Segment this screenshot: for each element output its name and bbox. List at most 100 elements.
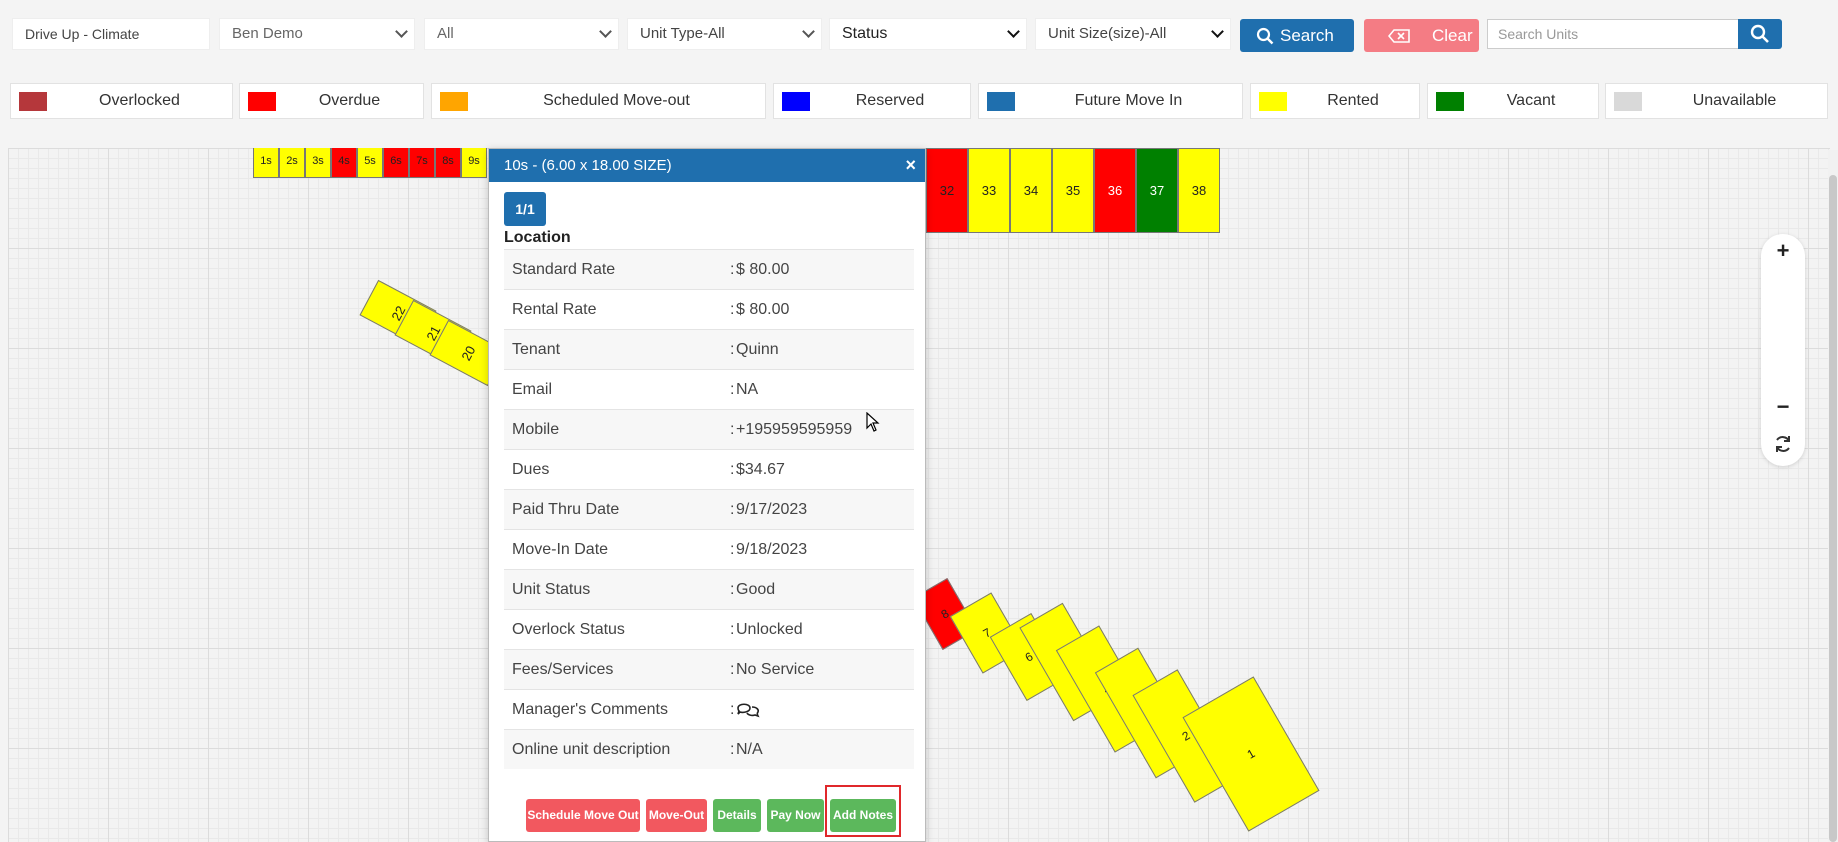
separator: : bbox=[730, 421, 735, 438]
unit-info-table: Standard Rate: $ 80.00 Rental Rate: $ 80.0… bbox=[504, 249, 914, 769]
legend-overdue[interactable]: Overdue bbox=[239, 83, 424, 119]
separator: : bbox=[730, 461, 735, 478]
info-label: Manager's Comments bbox=[512, 701, 668, 718]
search-units-button[interactable] bbox=[1738, 19, 1782, 49]
search-icon bbox=[1750, 24, 1769, 43]
separator: : bbox=[730, 261, 735, 278]
unit-36[interactable]: 36 bbox=[1094, 148, 1136, 233]
info-row-unit-status: Unit Status: Good bbox=[504, 569, 914, 609]
unit-38[interactable]: 38 bbox=[1178, 148, 1220, 233]
details-button[interactable]: Details bbox=[713, 799, 761, 832]
info-label: Email bbox=[512, 381, 553, 398]
unit-8s[interactable]: 8s bbox=[435, 148, 461, 178]
separator: : bbox=[730, 381, 735, 398]
schedule-move-out-button[interactable]: Schedule Move Out bbox=[526, 799, 640, 832]
legend-vacant[interactable]: Vacant bbox=[1427, 83, 1599, 119]
unit-size-select-value: Unit Size(size)-All bbox=[1048, 25, 1167, 42]
unit-1[interactable]: 1 bbox=[1182, 676, 1320, 832]
info-row-paid-thru-date: Paid Thru Date:9/17/2023 bbox=[504, 489, 914, 529]
info-value: $ 80.00 bbox=[736, 261, 790, 278]
info-label: Tenant bbox=[512, 341, 561, 358]
unit-label: 3s bbox=[312, 155, 324, 167]
unit-size-select[interactable]: Unit Size(size)-All bbox=[1035, 18, 1231, 50]
info-row-fees-services: Fees/Services: No Service bbox=[504, 649, 914, 689]
status-select[interactable]: Status bbox=[829, 18, 1027, 50]
search-units-input[interactable]: Search Units bbox=[1487, 19, 1739, 49]
unit-label: 34 bbox=[1023, 183, 1039, 198]
unit-2s[interactable]: 2s bbox=[279, 148, 305, 178]
info-value: 9/18/2023 bbox=[736, 541, 808, 558]
map-scrollbar-thumb[interactable] bbox=[1829, 175, 1837, 842]
legend-label: Vacant bbox=[1506, 92, 1556, 109]
legend-swatch bbox=[1614, 92, 1642, 111]
zoom-out-button[interactable]: − bbox=[1761, 394, 1805, 420]
unit-9s[interactable]: 9s bbox=[461, 148, 487, 178]
chevron-down-icon bbox=[802, 25, 815, 38]
page-badge[interactable]: 1/1 bbox=[504, 192, 546, 226]
legend-label: Reserved bbox=[855, 92, 925, 109]
separator: : bbox=[730, 581, 735, 598]
close-icon[interactable]: × bbox=[905, 149, 916, 182]
legend-swatch bbox=[782, 92, 810, 111]
legend-label: Overlocked bbox=[99, 92, 180, 109]
legend-reserved[interactable]: Reserved bbox=[773, 83, 971, 119]
unit-4s[interactable]: 4s bbox=[331, 148, 357, 178]
unit-3s[interactable]: 3s bbox=[305, 148, 331, 178]
info-row-standard-rate: Standard Rate: $ 80.00 bbox=[504, 249, 914, 289]
clear-button-label: Clear bbox=[1432, 26, 1473, 45]
facility-select[interactable]: Ben Demo bbox=[219, 18, 415, 50]
zoom-in-button[interactable]: + bbox=[1761, 238, 1805, 264]
separator: : bbox=[730, 621, 735, 638]
legend-label: Rented bbox=[1327, 92, 1379, 109]
unit-label: 20 bbox=[457, 343, 479, 363]
unit-7s[interactable]: 7s bbox=[409, 148, 435, 178]
unit-1s[interactable]: 1s bbox=[253, 148, 279, 178]
unit-35[interactable]: 35 bbox=[1052, 148, 1094, 233]
unit-type-select[interactable]: Unit Type-All bbox=[627, 18, 822, 50]
chevron-down-icon bbox=[1007, 25, 1020, 38]
unit-label: 1s bbox=[260, 155, 272, 167]
info-label: Move-In Date bbox=[512, 541, 609, 558]
unit-33[interactable]: 33 bbox=[968, 148, 1010, 233]
info-label: Standard Rate bbox=[512, 261, 616, 278]
status-legend: Overlocked Overdue Scheduled Move-out Re… bbox=[0, 73, 1838, 129]
unit-label: 36 bbox=[1107, 183, 1123, 198]
legend-unavailable[interactable]: Unavailable bbox=[1605, 83, 1828, 119]
unit-label: 8 bbox=[938, 606, 952, 622]
unit-label: 5s bbox=[364, 155, 376, 167]
info-row-mobile: Mobile: +195959595959 bbox=[504, 409, 914, 449]
unit-5s[interactable]: 5s bbox=[357, 148, 383, 178]
refresh-icon[interactable] bbox=[1773, 434, 1793, 454]
unit-label: 35 bbox=[1065, 183, 1081, 198]
status-select-value: Status bbox=[842, 25, 888, 42]
move-out-button[interactable]: Move-Out bbox=[646, 799, 707, 832]
unit-label: 7s bbox=[416, 155, 428, 167]
building-select[interactable]: All bbox=[424, 18, 619, 50]
comments-icon[interactable] bbox=[736, 700, 760, 720]
backspace-icon bbox=[1388, 29, 1410, 43]
legend-overlocked[interactable]: Overlocked bbox=[10, 83, 233, 119]
info-label: Unit Status bbox=[512, 581, 591, 598]
info-row-email: Email: NA bbox=[504, 369, 914, 409]
legend-scheduled-move-out[interactable]: Scheduled Move-out bbox=[431, 83, 766, 119]
info-value: $ 80.00 bbox=[736, 301, 790, 318]
popup-header: 10s - (6.00 x 18.00 SIZE) × bbox=[489, 149, 925, 182]
unit-6s[interactable]: 6s bbox=[383, 148, 409, 178]
info-label: Online unit description bbox=[512, 741, 671, 758]
unit-details-popup: 10s - (6.00 x 18.00 SIZE) × 1/1 Location… bbox=[488, 148, 926, 842]
location-input[interactable]: Drive Up - Climate bbox=[12, 18, 210, 50]
separator: : bbox=[730, 661, 735, 678]
info-row-dues: Dues: $34.67 bbox=[504, 449, 914, 489]
info-label: Mobile bbox=[512, 421, 560, 438]
unit-37[interactable]: 37 bbox=[1136, 148, 1178, 233]
unit-34[interactable]: 34 bbox=[1010, 148, 1052, 233]
clear-button[interactable]: Clear bbox=[1364, 19, 1479, 52]
separator: : bbox=[730, 341, 735, 358]
search-button[interactable]: Search bbox=[1240, 19, 1354, 52]
legend-future-move-in[interactable]: Future Move In bbox=[978, 83, 1243, 119]
zoom-controls: + − bbox=[1761, 234, 1805, 466]
unit-32[interactable]: 32 bbox=[926, 148, 968, 233]
pay-now-button[interactable]: Pay Now bbox=[767, 799, 824, 832]
legend-rented[interactable]: Rented bbox=[1250, 83, 1420, 119]
separator: : bbox=[730, 741, 735, 758]
